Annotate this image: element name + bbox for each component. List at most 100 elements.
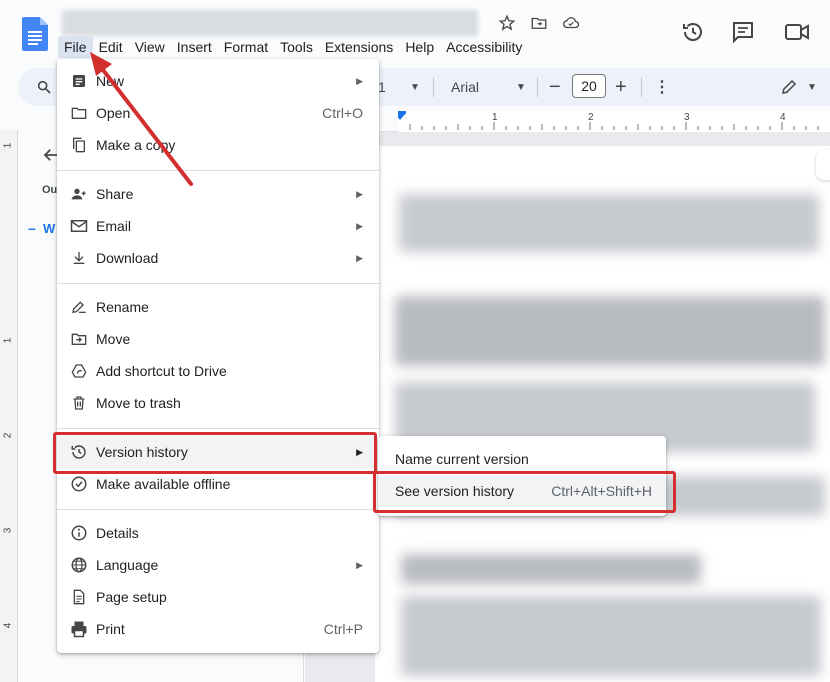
meet-video-icon[interactable] <box>784 18 812 46</box>
move-folder-icon[interactable] <box>528 12 550 34</box>
menu-item-language[interactable]: Language ▶ <box>57 549 379 581</box>
star-icon[interactable] <box>496 12 518 34</box>
menu-item-label: Open <box>96 105 131 121</box>
menu-item-label: Add shortcut to Drive <box>96 363 227 379</box>
menu-item-page-setup[interactable]: Page setup <box>57 581 379 613</box>
font-size-input[interactable]: 20 <box>572 74 606 98</box>
menu-item-rename[interactable]: Rename <box>57 291 379 323</box>
menu-item-make-copy[interactable]: Make a copy <box>57 129 379 161</box>
menu-tools[interactable]: Tools <box>274 36 319 58</box>
more-options-icon[interactable]: ⋮ <box>654 68 670 106</box>
blurred-paragraph <box>399 194 819 252</box>
menu-item-download[interactable]: Download ▶ <box>57 242 379 274</box>
mail-icon <box>69 216 89 236</box>
vertical-ruler <box>0 130 18 682</box>
menu-item-label: Rename <box>96 299 149 315</box>
new-doc-icon <box>69 71 89 91</box>
rename-icon <box>69 297 89 317</box>
menu-item-label: Share <box>96 186 134 202</box>
info-icon <box>69 523 89 543</box>
menu-help[interactable]: Help <box>399 36 440 58</box>
menu-bar: File Edit View Insert Format Tools Exten… <box>58 36 528 58</box>
page-icon <box>69 587 89 607</box>
vruler-number: 2 <box>2 432 14 439</box>
blurred-paragraph <box>401 596 821 676</box>
menu-item-label: Language <box>96 557 159 573</box>
menu-separator <box>57 509 379 510</box>
zoom-value-partial[interactable]: 1 <box>378 68 386 106</box>
menu-format[interactable]: Format <box>218 36 274 58</box>
menu-item-print[interactable]: Print Ctrl+P <box>57 613 379 645</box>
side-panel-toggle[interactable] <box>816 150 830 180</box>
horizontal-ruler-page-area <box>398 110 830 132</box>
search-menus-icon[interactable] <box>36 68 52 106</box>
toolbar-divider <box>433 77 434 97</box>
comments-icon[interactable] <box>729 18 757 46</box>
offline-check-icon <box>69 474 89 494</box>
menu-item-move-to-trash[interactable]: Move to trash <box>57 387 379 419</box>
menu-item-label: Move <box>96 331 131 347</box>
font-family-select[interactable]: Arial <box>451 68 479 106</box>
submenu-arrow-icon: ▶ <box>356 220 363 231</box>
file-menu: New ▶ Open Ctrl+O Make a copy Share ▶ Em… <box>57 59 379 653</box>
menu-item-label: Email <box>96 218 132 234</box>
editing-mode-dropdown-icon[interactable]: ▼ <box>807 68 817 106</box>
ruler-number: 2 <box>588 112 594 123</box>
folder-icon <box>69 103 89 123</box>
menu-item-label: Download <box>96 250 159 266</box>
submenu-arrow-icon: ▶ <box>356 75 363 86</box>
document-title-blurred[interactable] <box>62 10 478 36</box>
menu-item-label: Make a copy <box>96 137 176 153</box>
menu-item-share[interactable]: Share ▶ <box>57 178 379 210</box>
increase-font-size-icon[interactable]: + <box>615 68 627 106</box>
download-icon <box>69 248 89 268</box>
zoom-dropdown-arrow-icon[interactable]: ▼ <box>410 68 420 106</box>
ruler-number: 4 <box>780 112 786 123</box>
menu-item-new[interactable]: New ▶ <box>57 65 379 97</box>
docs-logo-icon[interactable] <box>22 17 48 51</box>
menu-item-label: New <box>96 73 125 89</box>
decrease-font-size-icon[interactable]: − <box>549 68 561 106</box>
toolbar-divider <box>641 77 642 97</box>
copy-icon <box>69 135 89 155</box>
menu-separator <box>57 283 379 284</box>
drive-shortcut-icon <box>69 361 89 381</box>
menu-view[interactable]: View <box>129 36 171 58</box>
menu-separator <box>57 428 379 429</box>
menu-item-label: Page setup <box>96 589 167 605</box>
menu-item-move[interactable]: Move <box>57 323 379 355</box>
ruler-number: 1 <box>492 112 498 123</box>
outline-item[interactable]: W <box>43 221 55 236</box>
toolbar-divider <box>537 77 538 97</box>
submenu-arrow-icon: ▶ <box>356 559 363 570</box>
font-dropdown-arrow-icon[interactable]: ▼ <box>516 68 526 106</box>
menu-extensions[interactable]: Extensions <box>319 36 399 58</box>
menu-accessibility[interactable]: Accessibility <box>440 36 528 58</box>
editing-mode-pencil-icon[interactable] <box>780 68 798 106</box>
submenu-arrow-icon: ▶ <box>356 188 363 199</box>
menu-item-open[interactable]: Open Ctrl+O <box>57 97 379 129</box>
annotation-highlight-see-version-history <box>373 471 676 513</box>
menu-item-add-shortcut[interactable]: Add shortcut to Drive <box>57 355 379 387</box>
menu-edit[interactable]: Edit <box>93 36 129 58</box>
blurred-heading <box>395 296 825 366</box>
annotation-highlight-version-history <box>53 432 377 474</box>
submenu-item-label: Name current version <box>395 451 529 467</box>
ruler-ticks <box>398 111 819 130</box>
app-header: File Edit View Insert Format Tools Exten… <box>0 0 830 64</box>
vruler-number: 1 <box>2 337 14 344</box>
cloud-saved-icon[interactable] <box>560 12 582 34</box>
version-history-icon[interactable] <box>679 18 707 46</box>
document-page[interactable] <box>375 146 830 682</box>
globe-icon <box>69 555 89 575</box>
menu-separator <box>57 170 379 171</box>
menu-file[interactable]: File <box>58 36 93 58</box>
trash-icon <box>69 393 89 413</box>
outline-item-marker: – <box>28 220 36 236</box>
menu-item-shortcut: Ctrl+O <box>322 105 363 121</box>
menu-item-details[interactable]: Details <box>57 517 379 549</box>
menu-item-email[interactable]: Email ▶ <box>57 210 379 242</box>
menu-insert[interactable]: Insert <box>171 36 218 58</box>
outline-heading: Ou <box>42 184 58 196</box>
menu-item-shortcut: Ctrl+P <box>323 621 363 637</box>
